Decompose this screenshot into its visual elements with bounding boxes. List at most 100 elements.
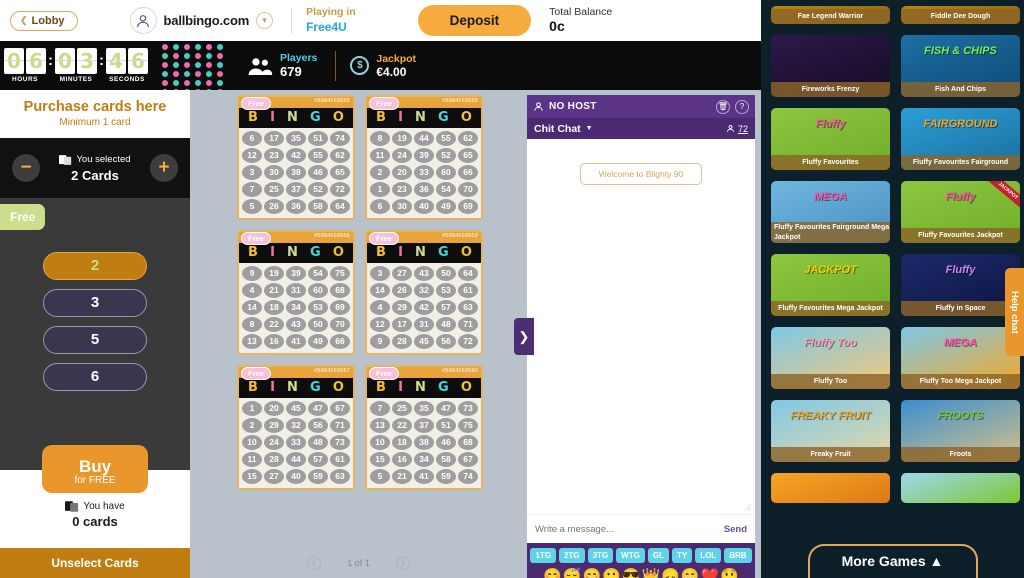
emoji-button-7[interactable]: 😁 — [681, 567, 700, 578]
emoji-button-3[interactable]: 🙂 — [602, 567, 621, 578]
bingo-number[interactable]: 16 — [392, 452, 412, 467]
bingo-number[interactable]: 11 — [370, 148, 390, 163]
bingo-number[interactable]: 48 — [308, 435, 328, 450]
game-thumbnail[interactable]: FISH & CHIPS Fish And Chips — [901, 35, 1020, 97]
bingo-number[interactable]: 15 — [242, 469, 262, 484]
bingo-number[interactable]: 55 — [308, 148, 328, 163]
bingo-number[interactable]: 19 — [264, 266, 284, 281]
bingo-number[interactable]: 30 — [392, 199, 412, 214]
bingo-number[interactable]: 17 — [392, 317, 412, 332]
unselect-cards-button[interactable]: Unselect Cards — [0, 548, 190, 578]
bingo-number[interactable]: 41 — [286, 334, 306, 349]
bingo-number[interactable]: 1 — [242, 401, 262, 416]
bingo-number[interactable]: 28 — [392, 334, 412, 349]
game-thumbnail[interactable]: FAIRGROUND Fluffy Favourites Fairground — [901, 108, 1020, 170]
bingo-number[interactable]: 11 — [242, 452, 262, 467]
quick-tag-3tg[interactable]: 3TG — [587, 548, 614, 563]
bingo-number[interactable]: 14 — [370, 283, 390, 298]
bingo-number[interactable]: 70 — [458, 182, 478, 197]
bingo-number[interactable]: 44 — [286, 452, 306, 467]
bingo-number[interactable]: 21 — [264, 283, 284, 298]
send-button[interactable]: Send — [724, 524, 747, 535]
bingo-number[interactable]: 54 — [308, 266, 328, 281]
game-thumbnail[interactable]: Fae Legend Warrior — [771, 6, 890, 24]
bingo-number[interactable]: 74 — [458, 469, 478, 484]
bingo-number[interactable]: 1 — [370, 182, 390, 197]
bingo-number[interactable]: 66 — [330, 334, 350, 349]
game-thumbnail[interactable] — [901, 473, 1020, 503]
bingo-number[interactable]: 74 — [330, 131, 350, 146]
game-thumbnail[interactable]: Fluffy JACKPOT Fluffy Favourites Jackpot — [901, 181, 1020, 243]
quick-tag-1tg[interactable]: 1TG — [530, 548, 557, 563]
bingo-number[interactable]: 29 — [264, 418, 284, 433]
bingo-number[interactable]: 31 — [286, 283, 306, 298]
bingo-number[interactable]: 71 — [330, 418, 350, 433]
bingo-number[interactable]: 5 — [370, 469, 390, 484]
chevron-down-icon[interactable]: ▼ — [586, 125, 593, 132]
bingo-number[interactable]: 3 — [370, 266, 390, 281]
bingo-number[interactable]: 64 — [458, 266, 478, 281]
bingo-number[interactable]: 8 — [242, 317, 262, 332]
bingo-number[interactable]: 8 — [370, 131, 390, 146]
chat-room-bar[interactable]: Chit Chat ▼ 72 — [527, 118, 755, 139]
bingo-number[interactable]: 3 — [242, 165, 262, 180]
bingo-number[interactable]: 54 — [436, 182, 456, 197]
game-thumbnail[interactable]: Fireworks Frenzy — [771, 35, 890, 97]
bingo-number[interactable]: 40 — [414, 199, 434, 214]
bingo-number[interactable]: 29 — [392, 300, 412, 315]
bingo-number[interactable]: 65 — [330, 165, 350, 180]
quick-tag-gl[interactable]: GL — [647, 548, 669, 563]
resize-grip-icon[interactable] — [744, 503, 752, 511]
increase-cards-button[interactable]: + — [150, 154, 178, 182]
bingo-number[interactable]: 49 — [308, 334, 328, 349]
bingo-number[interactable]: 60 — [436, 165, 456, 180]
bingo-number[interactable]: 10 — [242, 435, 262, 450]
bingo-number[interactable]: 33 — [414, 165, 434, 180]
bingo-number[interactable]: 17 — [264, 131, 284, 146]
bingo-number[interactable]: 63 — [458, 300, 478, 315]
bingo-number[interactable]: 52 — [308, 182, 328, 197]
bingo-number[interactable]: 51 — [436, 418, 456, 433]
bingo-number[interactable]: 51 — [308, 131, 328, 146]
bingo-number[interactable]: 2 — [370, 165, 390, 180]
bingo-number[interactable]: 73 — [330, 435, 350, 450]
bingo-number[interactable]: 6 — [370, 199, 390, 214]
bingo-number[interactable]: 46 — [308, 165, 328, 180]
bingo-number[interactable]: 45 — [414, 334, 434, 349]
emoji-button-1[interactable]: 😴 — [563, 567, 582, 578]
bingo-number[interactable]: 69 — [330, 300, 350, 315]
bingo-number[interactable]: 12 — [242, 148, 262, 163]
chat-collapse-toggle[interactable]: ❯ — [514, 318, 534, 355]
bingo-number[interactable]: 32 — [286, 418, 306, 433]
bingo-number[interactable]: 13 — [242, 334, 262, 349]
bingo-number[interactable]: 46 — [436, 435, 456, 450]
emoji-button-9[interactable]: 😲 — [720, 567, 739, 578]
quick-tag-brb[interactable]: BRB — [724, 548, 752, 563]
help-chat-button[interactable]: Help chat — [1005, 268, 1024, 356]
bingo-number[interactable]: 37 — [414, 418, 434, 433]
bingo-number[interactable]: 68 — [330, 283, 350, 298]
bingo-number[interactable]: 35 — [286, 131, 306, 146]
bingo-number[interactable]: 25 — [264, 182, 284, 197]
bingo-number[interactable]: 69 — [458, 199, 478, 214]
bingo-number[interactable]: 18 — [392, 435, 412, 450]
quick-tag-lol[interactable]: LOL — [695, 548, 722, 563]
bingo-number[interactable]: 26 — [264, 199, 284, 214]
bingo-number[interactable]: 6 — [242, 131, 262, 146]
bingo-number[interactable]: 58 — [436, 452, 456, 467]
bingo-number[interactable]: 22 — [264, 317, 284, 332]
bingo-number[interactable]: 48 — [436, 317, 456, 332]
bingo-number[interactable]: 56 — [308, 418, 328, 433]
bingo-number[interactable]: 62 — [458, 131, 478, 146]
quantity-option-5[interactable]: 5 — [43, 326, 147, 354]
bingo-card[interactable]: Free #5084569560 B I N G O 7 25 35 47 73 13 22 37 51 75 1… — [365, 365, 483, 490]
emoji-button-2[interactable]: 😄 — [582, 567, 601, 578]
bingo-number[interactable]: 50 — [436, 266, 456, 281]
game-thumbnail[interactable]: Fluffy Fluffy in Space — [901, 254, 1020, 316]
bingo-number[interactable]: 25 — [392, 401, 412, 416]
next-page-button[interactable]: ❯ — [395, 556, 410, 570]
bingo-number[interactable]: 33 — [286, 435, 306, 450]
bingo-number[interactable]: 59 — [436, 469, 456, 484]
emoji-button-5[interactable]: 👑 — [642, 567, 661, 578]
more-games-button[interactable]: More Games ▲ — [807, 544, 978, 578]
